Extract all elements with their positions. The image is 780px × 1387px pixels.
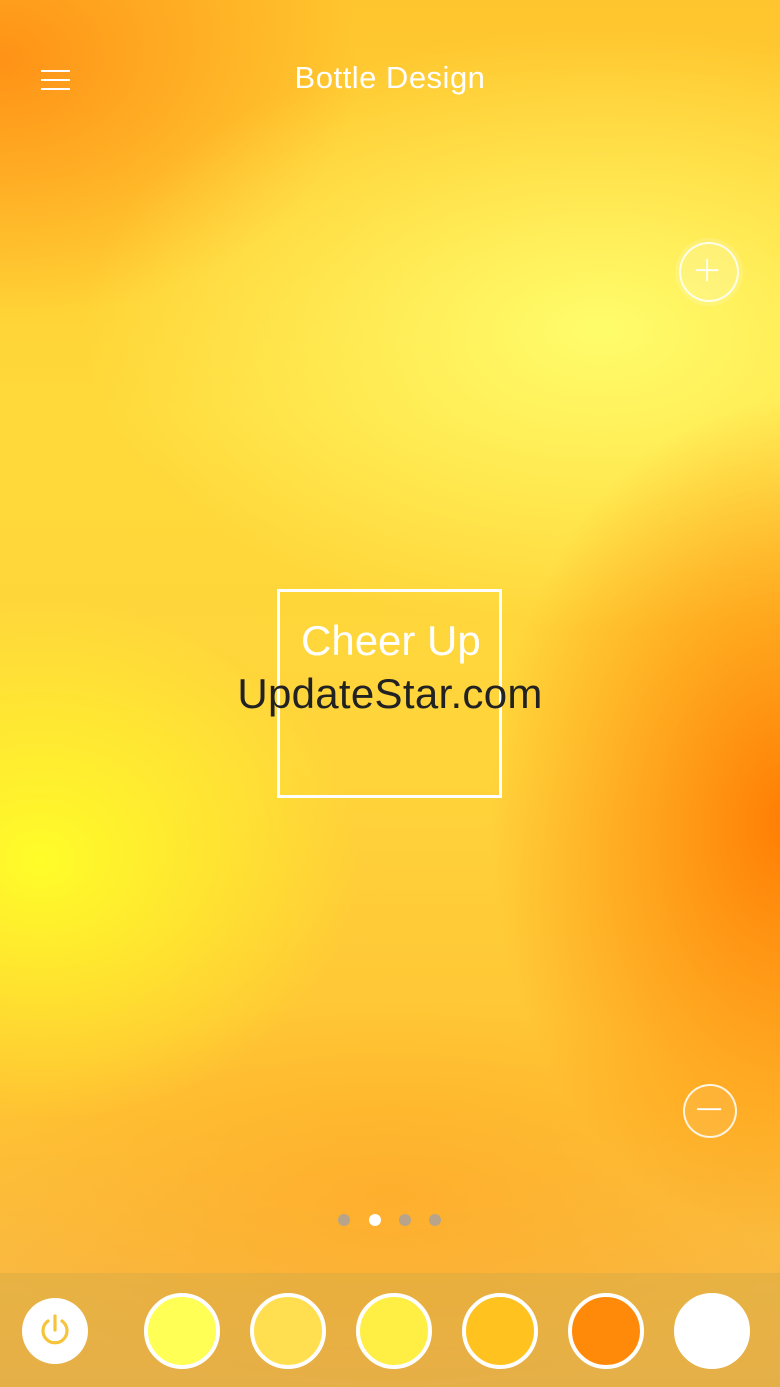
plus-icon bbox=[695, 258, 719, 282]
page-dot[interactable] bbox=[399, 1214, 411, 1226]
color-swatch-5[interactable] bbox=[568, 1293, 644, 1369]
page-dot[interactable] bbox=[338, 1214, 350, 1226]
power-button[interactable] bbox=[22, 1298, 88, 1364]
color-swatch-2[interactable] bbox=[250, 1293, 326, 1369]
color-swatch-6[interactable] bbox=[674, 1293, 750, 1369]
bottle-design-screen: Bottle Design Cheer Up UpdateStar.com bbox=[0, 0, 780, 1387]
minus-icon bbox=[697, 1108, 722, 1111]
watermark: UpdateStar.com bbox=[237, 670, 543, 717]
color-swatch-1[interactable] bbox=[144, 1293, 220, 1369]
bottle-label-text[interactable]: Cheer Up bbox=[301, 606, 481, 676]
color-bar bbox=[0, 1273, 780, 1387]
page-dot[interactable] bbox=[429, 1214, 441, 1226]
page-dot-active[interactable] bbox=[369, 1214, 381, 1226]
color-swatch-3[interactable] bbox=[356, 1293, 432, 1369]
zoom-in-button[interactable] bbox=[679, 242, 739, 302]
power-icon bbox=[41, 1314, 69, 1345]
page-title: Bottle Design bbox=[294, 60, 486, 95]
zoom-out-button[interactable] bbox=[683, 1084, 737, 1138]
color-swatch-4[interactable] bbox=[462, 1293, 538, 1369]
